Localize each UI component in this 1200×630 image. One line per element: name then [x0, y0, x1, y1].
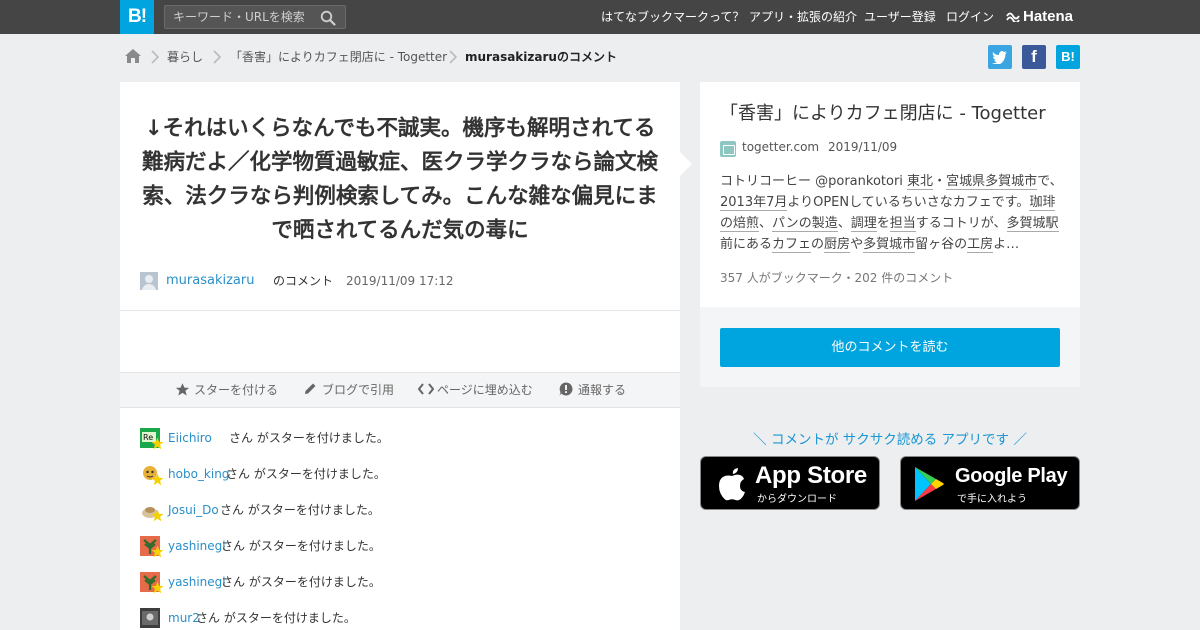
star-icon [151, 473, 164, 486]
report-label: 通報する [578, 383, 627, 397]
bookmark-counts[interactable]: 357 人がブックマーク・202 件のコメント [720, 269, 953, 286]
comment-text: ↓それはいくらなんでも不誠実。機序も解明されてる難病だよ／化学物質過敏症、医クラ… [141, 116, 658, 243]
star-message: さん がスターを付けました。 [221, 575, 381, 589]
star-message: さん がスターを付けました。 [220, 503, 380, 517]
google-play-title: Google Play [955, 465, 1068, 487]
keyword-link[interactable]: 東北 [907, 174, 934, 190]
favicon-icon [720, 141, 736, 157]
keyword-link[interactable]: 工房 [967, 237, 994, 253]
chevron-right-icon [449, 50, 458, 64]
keyword-link[interactable]: カフェ [772, 237, 812, 253]
keyword-link[interactable]: の製造 [798, 216, 838, 232]
keyword-link[interactable]: 多賀城市 [863, 237, 916, 253]
entry-date: 2019/11/09 [828, 140, 898, 154]
read-other-comments-button[interactable]: 他のコメントを読む [720, 328, 1060, 367]
comment-user-link[interactable]: murasakizaru [166, 270, 254, 292]
star-icon [151, 437, 164, 450]
hatena-bookmark-logo[interactable]: B! [120, 0, 154, 34]
google-play-subtitle: で手に入れよう [957, 494, 1027, 505]
entry-summary: コトリコーヒー @porankotori 東北・宮城県多賀城市で、2013年7月… [720, 174, 1063, 253]
global-header: B! はてなブックマークって？ アプリ・拡張の紹介 ユーザー登録 ログイン Ha… [0, 0, 1200, 34]
code-icon [418, 383, 434, 395]
comment-card: ↓それはいくらなんでも不誠実。機序も解明されてる難病だよ／化学物質過敏症、医クラ… [120, 82, 680, 630]
keyword-link[interactable]: の焙煎 [720, 216, 760, 232]
facebook-share-button[interactable]: f [1022, 45, 1046, 69]
comment-meta: murasakizaru のコメント 2019/11/09 17:12 [140, 270, 660, 292]
search-input[interactable] [165, 6, 315, 28]
keyword-link[interactable]: 多賀城駅 [1006, 216, 1059, 232]
divider [120, 310, 680, 311]
pencil-icon [305, 383, 316, 394]
hatebu-icon: B! [1061, 49, 1075, 64]
nav-register[interactable]: ユーザー登録 [864, 0, 936, 34]
chevron-right-icon [151, 50, 160, 64]
comment-actions-bar: スターを付ける ブログで引用 ページに埋め込む 通報する [120, 372, 680, 408]
card-pointer [680, 152, 692, 176]
keyword-link[interactable]: 宮城県 [946, 174, 986, 190]
apple-icon [719, 468, 745, 501]
twitter-icon [992, 51, 1007, 65]
hatena-mark-icon [1006, 12, 1020, 24]
star-icon [151, 581, 164, 594]
app-store-title: App Store [755, 462, 867, 489]
star-message: さん がスターを付けました。 [226, 467, 386, 481]
keyword-link[interactable]: 珈琲 [1029, 195, 1056, 211]
comment-suffix: のコメント [273, 274, 334, 288]
breadcrumb-category[interactable]: 暮らし [167, 47, 203, 67]
entry-title-link[interactable]: 「香害」によりカフェ閉店に - Togetter [720, 102, 1060, 126]
keyword-link[interactable]: 担当 [889, 216, 916, 232]
app-store-subtitle: からダウンロード [757, 494, 837, 505]
keyword-link[interactable]: パン [772, 216, 799, 232]
hatena-brand-label: Hatena [1023, 8, 1074, 25]
star-user-link[interactable]: Eiichiro [168, 428, 212, 448]
alert-icon [559, 382, 573, 396]
keyword-link[interactable]: 多賀城市 [985, 174, 1038, 190]
star-icon [151, 509, 164, 522]
app-store-badge[interactable]: App Store からダウンロード [700, 456, 880, 510]
avatar[interactable] [140, 272, 158, 290]
star-user-link[interactable]: yashinegi [168, 572, 226, 592]
blog-quote-label: ブログで引用 [322, 383, 395, 397]
nav-login[interactable]: ログイン [946, 0, 994, 34]
hatebu-share-button[interactable]: B! [1056, 45, 1080, 69]
facebook-icon: f [1031, 47, 1037, 66]
google-play-badge[interactable]: Google Play で手に入れよう [900, 456, 1080, 510]
star-user-link[interactable]: hobo_king [168, 464, 229, 484]
comment-timestamp[interactable]: 2019/11/09 17:12 [346, 270, 454, 292]
entry-footer: 他のコメントを読む [700, 307, 1080, 387]
breadcrumb-entry[interactable]: 「香害」によりカフェ閉店に - Togetter [230, 47, 447, 67]
keyword-link[interactable]: 厨房 [824, 237, 851, 253]
app-promo-text: ＼ コメントが サクサク読める アプリです ／ [753, 432, 1027, 448]
keyword-link[interactable]: 調理 [850, 216, 877, 232]
star-icon [151, 545, 164, 558]
star-user-link[interactable]: Josui_Do [168, 500, 219, 520]
add-star-label: スターを付ける [194, 383, 279, 397]
search-icon[interactable] [320, 10, 336, 26]
nav-about[interactable]: はてなブックマークって？ [601, 0, 744, 34]
keyword-link[interactable]: 2013年 [720, 195, 767, 211]
hatena-brand[interactable]: Hatena [1006, 0, 1073, 34]
google-play-icon [915, 467, 944, 501]
star-message: さん がスターを付けました。 [229, 431, 389, 445]
star-user-link[interactable]: yashinegi [168, 536, 226, 556]
breadcrumb-current: murasakizaruのコメント [465, 50, 617, 64]
twitter-share-button[interactable] [988, 45, 1012, 69]
star-message: さん がスターを付けました。 [196, 611, 356, 625]
star-icon [175, 383, 190, 396]
avatar[interactable] [140, 608, 160, 628]
embed-label: ページに埋め込む [437, 383, 533, 397]
search-box [164, 5, 346, 29]
home-icon[interactable] [124, 48, 142, 64]
star-message: さん がスターを付けました。 [221, 539, 381, 553]
nav-apps[interactable]: アプリ・拡張の紹介 [749, 0, 857, 34]
keyword-link[interactable]: 7月 [766, 195, 788, 211]
chevron-right-icon [213, 50, 222, 64]
entry-site-link[interactable]: togetter.com [742, 140, 819, 154]
